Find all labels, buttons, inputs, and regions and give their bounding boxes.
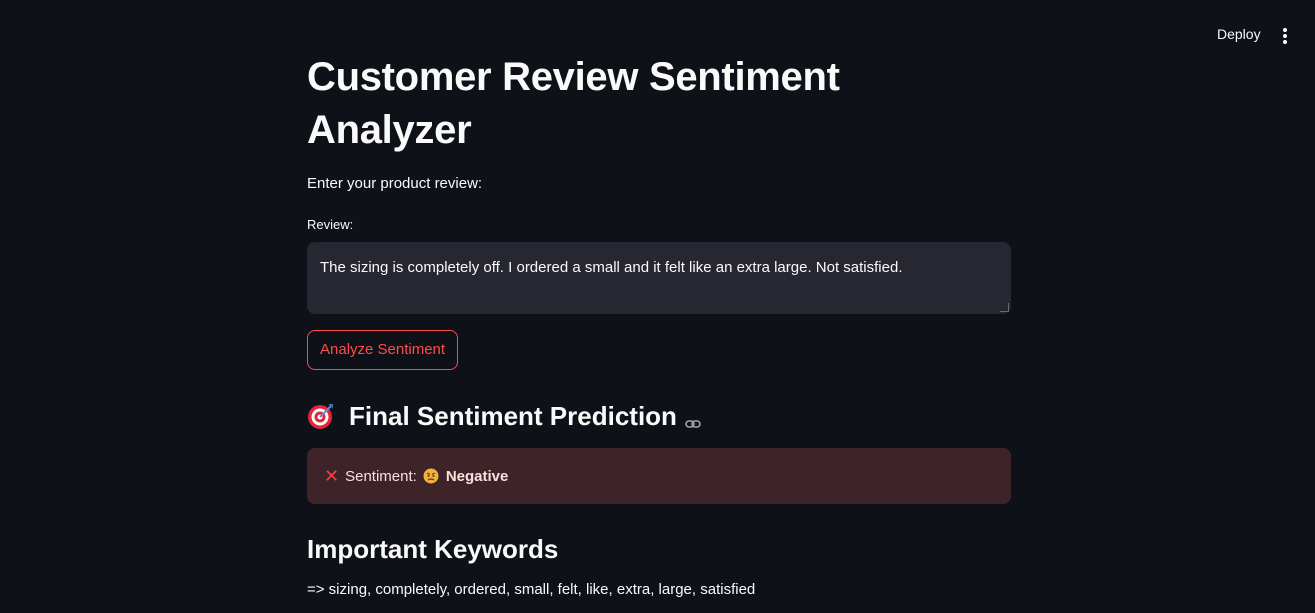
keywords-heading: Important Keywords bbox=[307, 534, 559, 564]
sentiment-result-alert: ✕ Sentiment: Negative bbox=[307, 448, 1011, 504]
prediction-heading: Final Sentiment Prediction bbox=[307, 398, 1011, 434]
x-mark-icon: ✕ bbox=[324, 465, 340, 486]
intro-text: Enter your product review: bbox=[307, 175, 483, 192]
sentiment-value: Negative bbox=[445, 467, 509, 485]
analyze-sentiment-button[interactable]: Analyze Sentiment bbox=[307, 330, 459, 370]
keywords-text: => sizing, completely, ordered, small, f… bbox=[307, 581, 756, 598]
resize-grip-icon[interactable] bbox=[1000, 303, 1009, 312]
target-icon bbox=[307, 402, 335, 430]
sentiment-label: Sentiment: bbox=[345, 467, 417, 485]
main-content: Customer Review Sentiment Analyzer Enter… bbox=[307, 0, 1011, 598]
page-title: Customer Review Sentiment Analyzer bbox=[307, 55, 840, 152]
prediction-heading-text: Final Sentiment Prediction bbox=[349, 400, 677, 431]
kebab-menu-icon[interactable] bbox=[1275, 22, 1295, 46]
angry-face-icon bbox=[423, 468, 439, 484]
link-icon[interactable] bbox=[685, 408, 701, 428]
review-textarea[interactable]: The sizing is completely off. I ordered … bbox=[307, 242, 1011, 314]
review-text: The sizing is completely off. I ordered … bbox=[320, 259, 903, 276]
deploy-button[interactable]: Deploy bbox=[1207, 22, 1271, 46]
review-field-label: Review: bbox=[307, 217, 354, 232]
